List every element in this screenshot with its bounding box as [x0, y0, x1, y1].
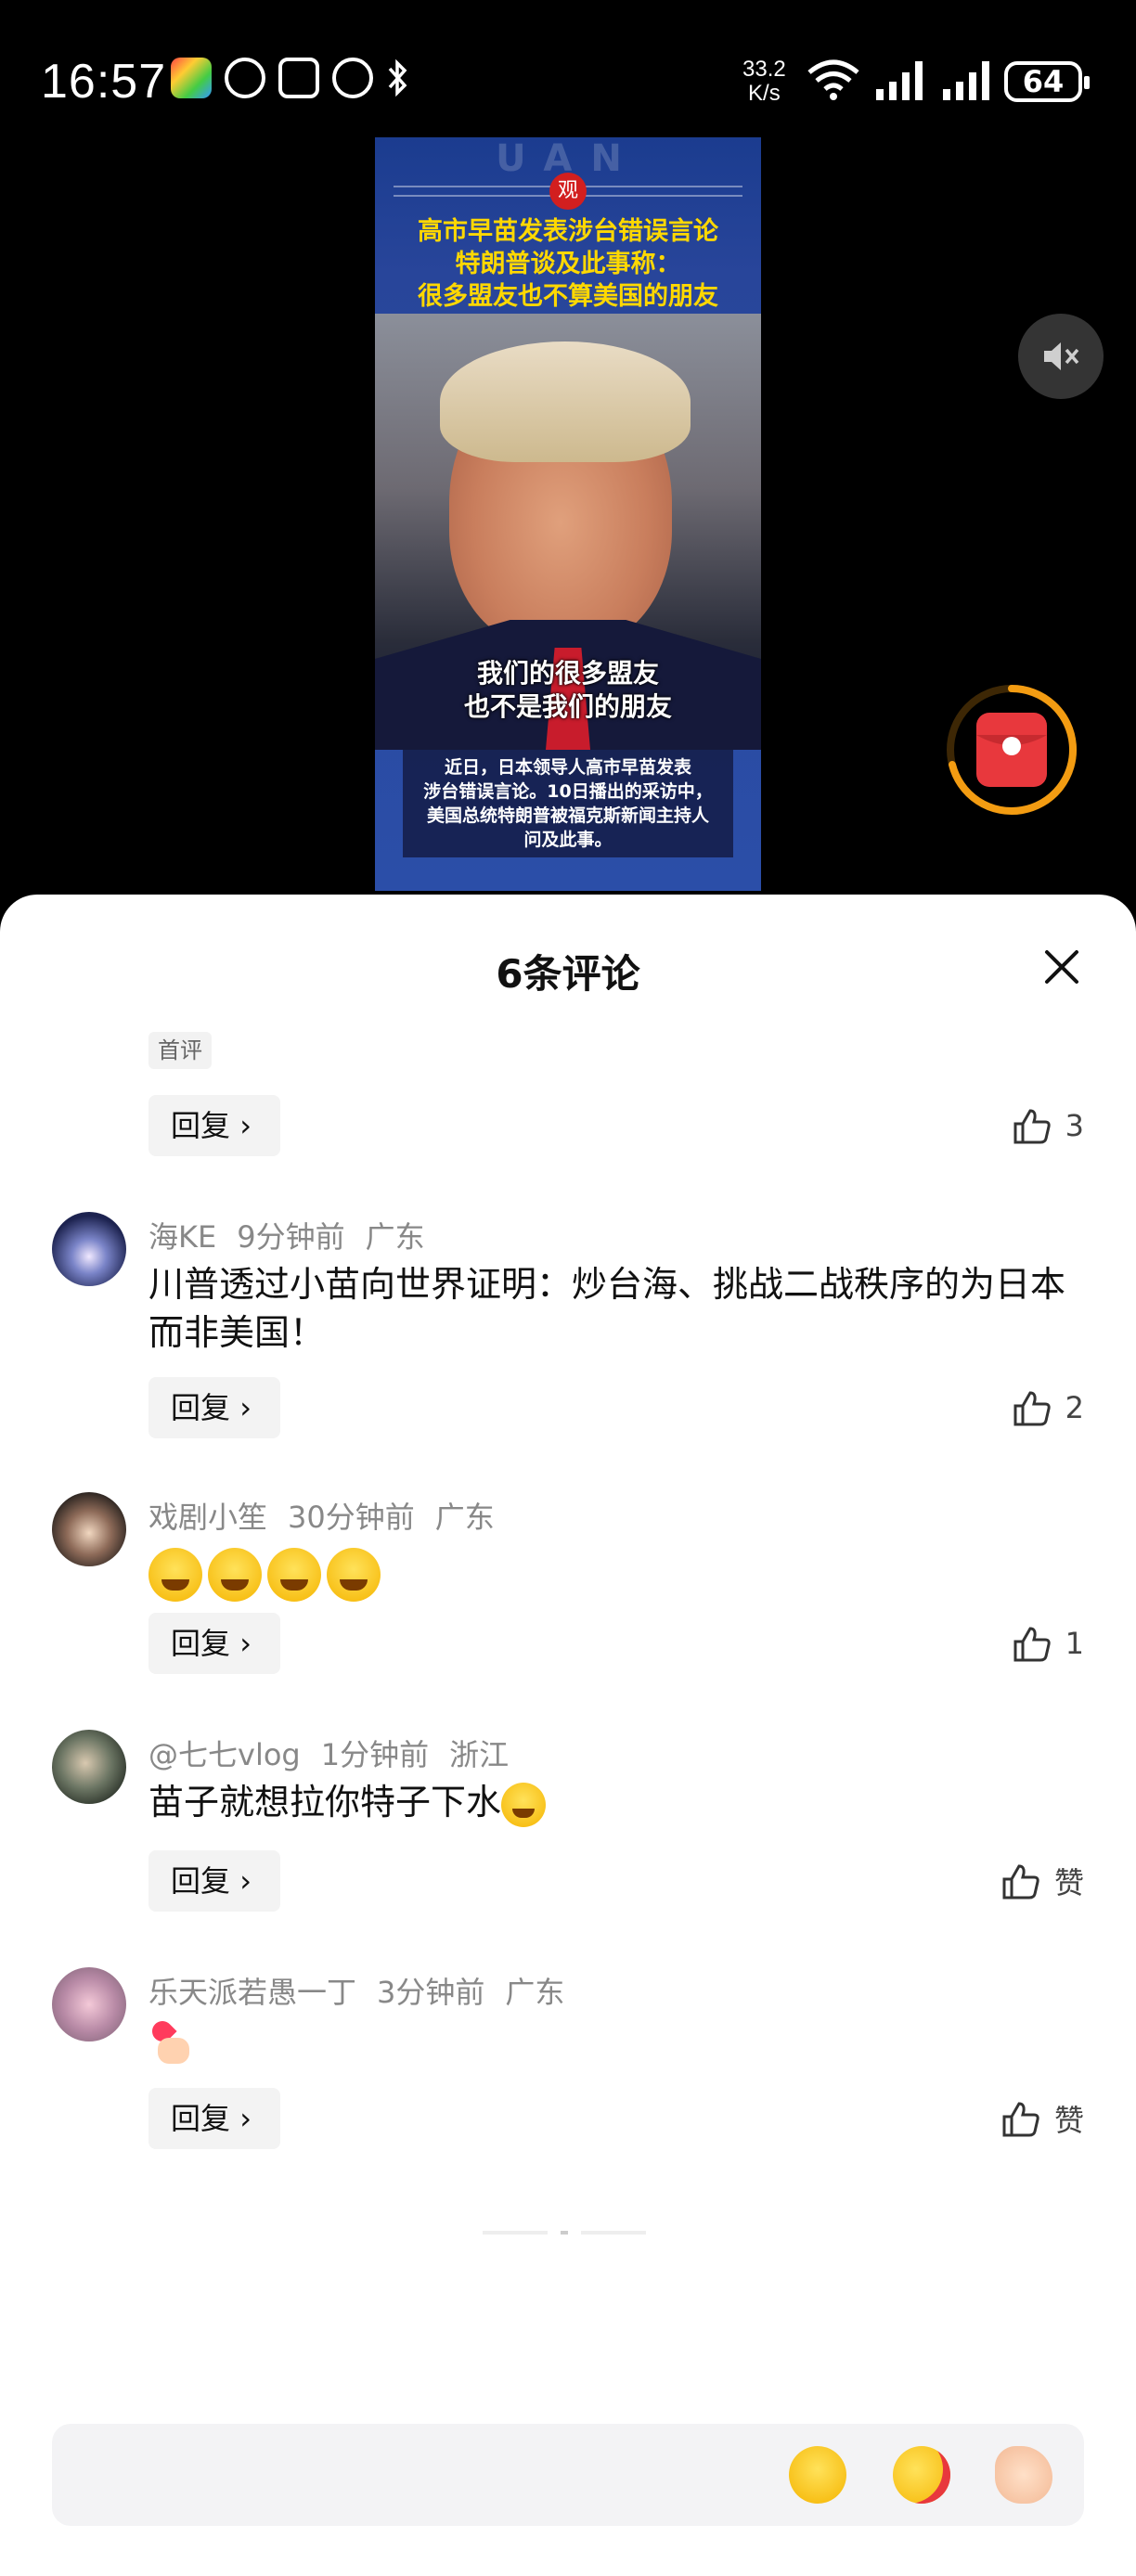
comment-user[interactable]: 乐天派若愚一丁: [148, 1975, 356, 2010]
crying-emoji: [208, 1548, 262, 1602]
subtitle-line: 我们的很多盟友: [476, 658, 659, 689]
reply-label: 回复: [171, 1863, 231, 1899]
comment-emojis: [148, 2021, 1086, 2080]
comment-time: 9分钟前: [237, 1219, 345, 1255]
like-label: 赞: [1053, 2103, 1084, 2138]
like-count: 3: [1065, 1108, 1084, 1143]
subtitle-line: 也不是我们的朋友: [463, 691, 672, 722]
crying-emoji: [267, 1548, 321, 1602]
comment-input-bar[interactable]: [52, 2424, 1084, 2526]
like-button[interactable]: 1: [1012, 1620, 1084, 1667]
comment-meta: 戏剧小笙 30分钟前 广东: [148, 1494, 515, 1537]
reply-button[interactable]: 回复 ›: [148, 1377, 280, 1438]
headline-line: 很多盟友也不算美国的朋友: [418, 282, 718, 311]
red-packet-icon[interactable]: [943, 681, 1080, 818]
avatar[interactable]: [52, 1730, 126, 1804]
crying-laughing-emoji: [501, 1782, 547, 1827]
wifi-icon: [807, 59, 859, 100]
reply-button[interactable]: 回复 ›: [148, 1850, 280, 1912]
finger-heart-emoji: [148, 2021, 195, 2067]
comment-text: 苗子就想拉你特子下水: [148, 1782, 502, 1823]
battery-icon: 64: [1004, 61, 1090, 102]
like-count: 1: [1065, 1626, 1084, 1661]
net-speed-value: 33.2: [742, 57, 786, 82]
status-bar: 16:57 33.2 K/s 64: [0, 0, 1136, 139]
eye-icon: [225, 58, 265, 98]
like-count: 2: [1065, 1390, 1084, 1425]
speaker-hair: [440, 341, 691, 462]
avatar[interactable]: [52, 1492, 126, 1566]
comment-time: 30分钟前: [288, 1500, 415, 1535]
like-button[interactable]: 赞: [1000, 1858, 1084, 1904]
avatar[interactable]: [52, 1212, 126, 1286]
flexed-biceps-emoji[interactable]: [995, 2446, 1052, 2504]
comment-time: 3分钟前: [377, 1975, 485, 2010]
rose-kiss-emoji[interactable]: [893, 2446, 950, 2504]
reply-label: 回复: [171, 2101, 231, 2136]
net-speed-unit: K/s: [748, 81, 781, 106]
like-button[interactable]: 赞: [1000, 2095, 1084, 2142]
alarm-icon: [332, 58, 373, 98]
thumbs-up-icon: [1002, 2102, 1039, 2137]
crying-laughing-emoji: [148, 1548, 202, 1602]
comments-title: 6条评论: [496, 951, 640, 997]
nfc-icon: [278, 58, 319, 98]
net-speed: 33.2 K/s: [742, 58, 786, 106]
comment-location: 广东: [434, 1500, 495, 1535]
comment-user[interactable]: 戏剧小笙: [148, 1500, 267, 1535]
video-caption: 近日，日本领导人高市早苗发表 涉台错误言论。10日播出的采访中， 美国总统特朗普…: [403, 750, 733, 857]
video-subtitle: 我们的很多盟友 也不是我们的朋友: [375, 657, 761, 724]
avatar[interactable]: [52, 1967, 126, 2041]
reply-button[interactable]: 回复 ›: [148, 1095, 280, 1156]
like-label: 赞: [1053, 1865, 1084, 1900]
reply-button[interactable]: 回复 ›: [148, 2088, 280, 2149]
end-of-list-divider: [483, 2231, 653, 2235]
comment-location: 浙江: [449, 1737, 510, 1772]
caption-line: 问及此事。: [523, 830, 613, 850]
reply-label: 回复: [171, 1626, 231, 1661]
comment-user[interactable]: 海KE: [148, 1219, 216, 1255]
like-button[interactable]: 3: [1012, 1102, 1084, 1149]
comment-meta: @七七vlog 1分钟前 浙江: [148, 1732, 529, 1774]
comment-meta: 海KE 9分钟前 广东: [148, 1214, 445, 1256]
headline-line: 特朗普谈及此事称：: [455, 250, 681, 278]
comment-emojis: [148, 1548, 1086, 1602]
channel-logo: 观: [549, 173, 587, 210]
video-headline: 高市早苗发表涉台错误言论 特朗普谈及此事称： 很多盟友也不算美国的朋友: [375, 215, 761, 313]
comment-time: 1分钟前: [320, 1737, 430, 1772]
like-button[interactable]: 2: [1012, 1385, 1084, 1431]
headline-line: 高市早苗发表涉台错误言论: [418, 217, 718, 246]
speaker-muted-icon: [1044, 342, 1079, 370]
app-icon: [171, 58, 212, 98]
mute-button[interactable]: [1018, 314, 1104, 399]
first-comment-tag: 首评: [148, 1032, 212, 1069]
comment-location: 广东: [505, 1975, 565, 2010]
reply-label: 回复: [171, 1108, 231, 1143]
signal-icon: [876, 61, 923, 100]
comment-location: 广东: [365, 1219, 425, 1255]
reply-label: 回复: [171, 1390, 231, 1425]
reply-button[interactable]: 回复 ›: [148, 1613, 280, 1674]
caption-line: 近日，日本领导人高市早苗发表: [444, 757, 691, 778]
bluetooth-icon: [386, 58, 408, 98]
comments-sheet: 6条评论 首评 回复 › 3 海KE 9分钟前 广东 川普透过小苗向世界证明：炒台海…: [0, 895, 1136, 2576]
thumbs-up-icon: [1013, 1391, 1051, 1426]
close-icon[interactable]: [1041, 947, 1082, 987]
thumbs-up-icon: [1013, 1109, 1051, 1144]
comment-text: 川普透过小苗向世界证明：炒台海、挑战二战秩序的为日本而非美国！: [148, 1264, 1066, 1353]
caption-line: 美国总统特朗普被福克斯新闻主持人: [426, 805, 709, 826]
clock: 16:57: [41, 55, 167, 109]
signal-icon-2: [943, 61, 989, 100]
notification-icons: [171, 58, 408, 98]
crying-laughing-emoji[interactable]: [789, 2446, 846, 2504]
comment-meta: 乐天派若愚一丁 3分钟前 广东: [148, 1969, 585, 2012]
crying-emoji: [327, 1548, 381, 1602]
comment-user[interactable]: @七七vlog: [148, 1737, 301, 1772]
thumbs-up-icon: [1013, 1627, 1051, 1662]
comment-body: 苗子就想拉你特子下水: [148, 1778, 1086, 1827]
video-player[interactable]: UAN 观 高市早苗发表涉台错误言论 特朗普谈及此事称： 很多盟友也不算美国的朋…: [375, 137, 761, 891]
thumbs-up-icon: [1002, 1864, 1039, 1900]
caption-line: 涉台错误言论。10日播出的采访中，: [423, 781, 713, 802]
